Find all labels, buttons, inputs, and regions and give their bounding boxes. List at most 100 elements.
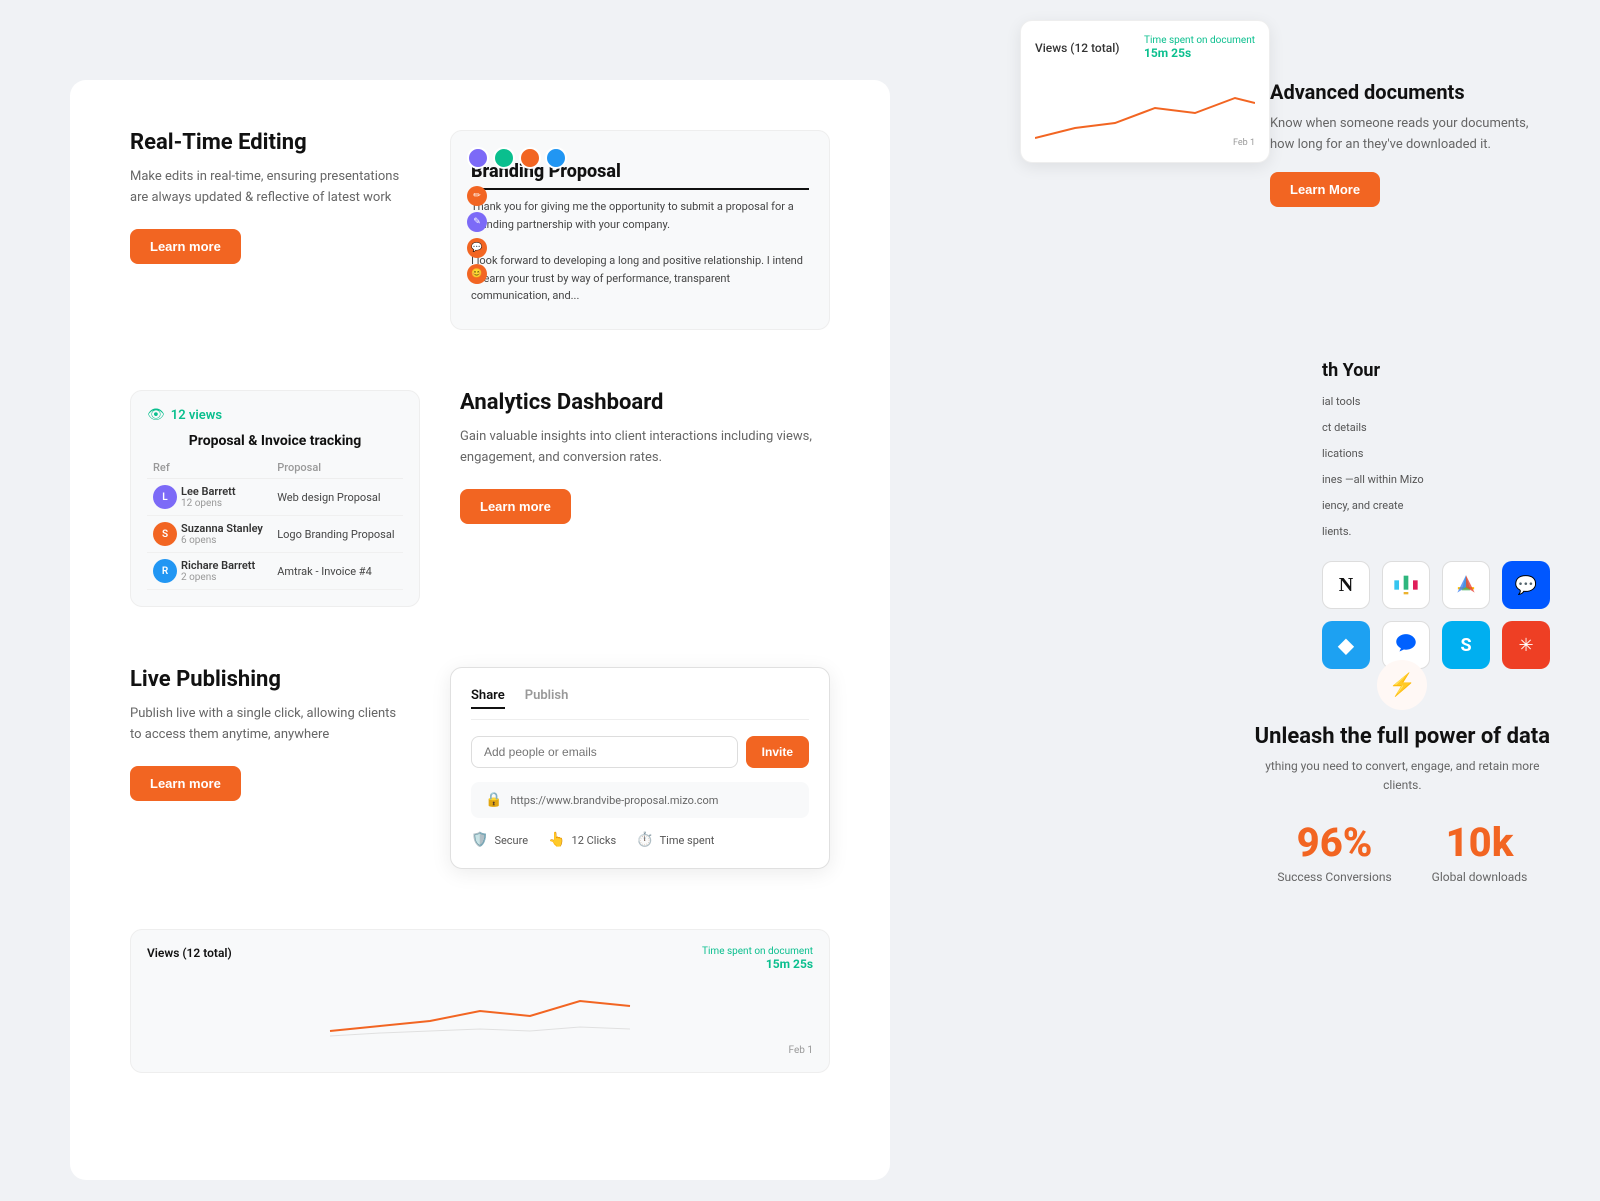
edit-icon-2: ✎ [467, 212, 487, 232]
modal-stats-row: 🛡️ Secure 👆 12 Clicks ⏱️ Time spent [471, 832, 809, 848]
power-icon: ⚡ [1377, 660, 1427, 710]
doc-time-value: 15m 25s [1144, 46, 1255, 60]
data-power-section: ⚡ Unleash the full power of data ything … [1255, 660, 1550, 884]
lightning-icon: ⚡ [1389, 673, 1416, 698]
int-item-3: lications [1322, 441, 1550, 467]
modal-link-row: 🔒 https://www.brandvibe-proposal.mizo.co… [471, 782, 809, 818]
col-proposal: Proposal [271, 457, 403, 479]
section-publishing: Live Publishing Publish live with a sing… [130, 667, 830, 869]
stat-block: 10k Global downloads [1432, 819, 1528, 884]
table-cell-proposal: Logo Branding Proposal [271, 516, 403, 553]
slack-icon [1382, 561, 1430, 609]
advanced-learn-more-btn[interactable]: Learn More [1270, 172, 1380, 207]
int-item-5: iency, and create [1322, 493, 1550, 519]
publishing-learn-more-btn[interactable]: Learn more [130, 766, 241, 801]
stat-secure-label: Secure [494, 834, 528, 847]
analytics-title: Analytics Dashboard [460, 390, 830, 415]
tab-share[interactable]: Share [471, 688, 505, 709]
share-link: https://www.brandvibe-proposal.mizo.com [510, 794, 718, 807]
stat-clicks: 👆 12 Clicks [548, 832, 616, 848]
realtime-text: Real-Time Editing Make edits in real-tim… [130, 130, 410, 264]
clicks-icon: 👆 [548, 832, 565, 848]
doc-time-label: Time spent on document [1144, 35, 1255, 46]
publishing-title: Live Publishing [130, 667, 410, 692]
table-row: R Richare Barrett 2 opens Amtrak - Invoi… [147, 553, 403, 590]
stat-block: 96% Success Conversions [1277, 819, 1391, 884]
timer-icon: ⏱️ [636, 832, 653, 848]
table-cell-person: R Richare Barrett 2 opens [147, 553, 271, 590]
avatar-4 [545, 147, 567, 169]
int-item-4: ines —all within Mizo [1322, 467, 1550, 493]
realtime-title: Real-Time Editing [130, 130, 410, 155]
analytics-desc: Gain valuable insights into client inter… [460, 427, 830, 469]
publishing-text: Live Publishing Publish live with a sing… [130, 667, 410, 801]
integration-icons-grid: N💬◆S✳ [1322, 561, 1550, 669]
integrations-section: th Your ial tools ct details lications i… [1322, 360, 1550, 669]
avatar-2 [493, 147, 515, 169]
stat-time: ⏱️ Time spent [636, 832, 714, 848]
analytics-learn-more-btn[interactable]: Learn more [460, 489, 571, 524]
realtime-desc: Make edits in real-time, ensuring presen… [130, 167, 410, 209]
stat-clicks-label: 12 Clicks [572, 834, 617, 847]
advanced-title: Advanced documents [1270, 80, 1550, 104]
main-content: Real-Time Editing Make edits in real-tim… [70, 80, 890, 1180]
power-title: Unleash the full power of data [1255, 724, 1550, 749]
modal-tabs: Share Publish [471, 688, 809, 720]
int-item-6: lients. [1322, 519, 1550, 545]
notion-icon: N [1322, 561, 1370, 609]
eye-icon: 👁 [147, 407, 165, 423]
branding-text1: Thank you for giving me the opportunity … [471, 198, 809, 233]
stat-time-label: Time spent [660, 834, 715, 847]
int-item-2: ct details [1322, 415, 1550, 441]
integration-list: ial tools ct details lications ines —all… [1322, 389, 1550, 545]
stats-row: 96% Success Conversions 10k Global downl… [1255, 819, 1550, 884]
branding-card: Branding Proposal Thank you for giving m… [450, 130, 830, 330]
page-wrapper: Real-Time Editing Make edits in real-tim… [0, 0, 1600, 1201]
proposal-table-title: Proposal & Invoice tracking [147, 433, 403, 449]
chart-date: Feb 1 [147, 1045, 813, 1056]
advanced-desc: Know when someone reads your documents, … [1270, 114, 1550, 156]
table-row: L Lee Barrett 12 opens Web design Propos… [147, 479, 403, 516]
stat-value: 96% [1277, 819, 1391, 866]
avatar-1 [467, 147, 489, 169]
proposal-card: 👁 12 views Proposal & Invoice tracking R… [130, 390, 420, 607]
collab-avatars [467, 147, 567, 169]
doc-analytics-card: Views (12 total) Time spent on document … [1020, 20, 1270, 163]
email-input[interactable] [471, 736, 738, 768]
proposal-views: 👁 12 views [147, 407, 403, 423]
edit-icon-4: 😊 [467, 264, 487, 284]
advanced-docs-section: Advanced documents Know when someone rea… [1270, 80, 1550, 207]
avatar-3 [519, 147, 541, 169]
stat-label: Success Conversions [1277, 870, 1391, 884]
doc-views-label: Views (12 total) [1035, 41, 1119, 55]
preview-chart [147, 981, 813, 1041]
preview-views: Views (12 total) [147, 946, 232, 960]
modal-input-row: Invite [471, 736, 809, 768]
views-text: 12 views [171, 408, 222, 423]
chart-svg [147, 981, 813, 1041]
table-cell-proposal: Web design Proposal [271, 479, 403, 516]
table-cell-person: S Suzanna Stanley 6 opens [147, 516, 271, 553]
advanced-docs-preview: Views (12 total) Time spent on document … [130, 929, 830, 1073]
table-cell-proposal: Amtrak - Invoice #4 [271, 553, 403, 590]
invite-btn[interactable]: Invite [746, 736, 809, 768]
preview-time-label: Time spent on document [702, 946, 813, 957]
preview-time-block: Time spent on document 15m 25s [702, 946, 813, 971]
stat-value: 10k [1432, 819, 1528, 866]
google-drive-icon [1442, 561, 1490, 609]
doc-views-header: Views (12 total) Time spent on document … [1035, 35, 1255, 60]
doc-chart-area: Feb 1 [1035, 68, 1255, 148]
section-analytics: 👁 12 views Proposal & Invoice tracking R… [130, 390, 830, 607]
table-row: S Suzanna Stanley 6 opens Logo Branding … [147, 516, 403, 553]
col-ref: Ref [147, 457, 271, 479]
realtime-learn-more-btn[interactable]: Learn more [130, 229, 241, 264]
chart-date-label: Feb 1 [1233, 138, 1255, 148]
section-realtime: Real-Time Editing Make edits in real-tim… [130, 130, 830, 330]
stat-label: Global downloads [1432, 870, 1528, 884]
table-cell-person: L Lee Barrett 12 opens [147, 479, 271, 516]
link-icon: 🔒 [485, 792, 502, 808]
analytics-section: Analytics Dashboard Gain valuable insigh… [460, 390, 830, 524]
doc-chart-svg [1035, 68, 1255, 148]
tab-publish[interactable]: Publish [525, 688, 569, 709]
shield-icon: 🛡️ [471, 832, 488, 848]
